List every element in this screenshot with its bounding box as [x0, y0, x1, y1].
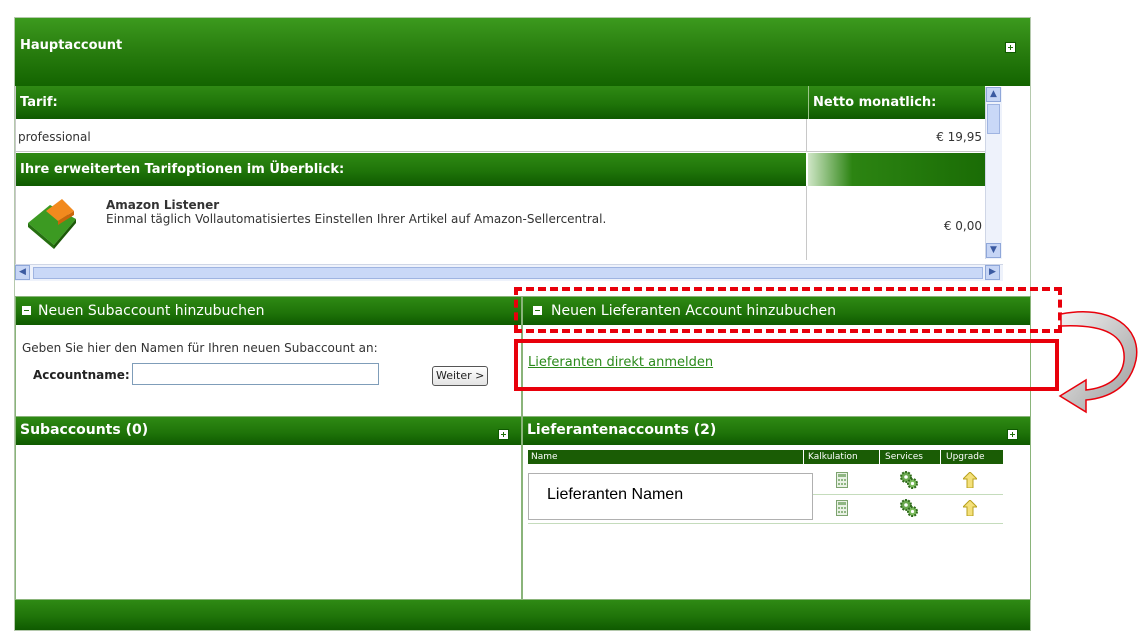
row-divider [528, 523, 1003, 524]
application-frame: Hauptaccount Tarif: Netto monatlich: pro… [0, 0, 1146, 631]
subaccounts-title: Subaccounts (0) [20, 422, 149, 438]
tariff-table: Tarif: Netto monatlich: professional € 1… [15, 86, 1030, 264]
options-header-row: Ihre erweiterten Tarifoptionen im Überbl… [16, 153, 985, 186]
upgrade-arrow-icon[interactable] [961, 471, 979, 491]
gears-icon[interactable] [899, 470, 919, 493]
amazon-listener-logo [24, 197, 82, 249]
calculator-icon[interactable] [836, 500, 848, 519]
main-account-header: Hauptaccount [15, 18, 1030, 86]
column-divider [806, 186, 807, 260]
netto-column-header: Netto monatlich: [808, 86, 985, 119]
weiter-button[interactable]: Weiter > [432, 366, 489, 386]
accountname-label: Accountname: [33, 368, 130, 382]
options-header: Ihre erweiterten Tarifoptionen im Überbl… [16, 153, 806, 186]
supplier-accounts-header: Lieferantenaccounts (2) [523, 417, 1030, 445]
supplier-name-annotation-box: Lieferanten Namen [528, 473, 813, 520]
subaccount-instruction: Geben Sie hier den Namen für Ihren neuen… [22, 341, 378, 355]
name-column-header: Name [531, 452, 558, 462]
gears-icon[interactable] [899, 498, 919, 521]
collapse-minus-icon[interactable] [22, 306, 31, 315]
annotation-dashed-highlight [514, 287, 1062, 333]
horizontal-scrollbar[interactable]: ◀ ▶ [15, 264, 1003, 281]
expand-plus-icon[interactable] [1005, 42, 1016, 53]
annotation-curved-arrow-icon [1056, 300, 1146, 433]
option-description: Einmal täglich Vollautomatisiertes Einst… [106, 212, 607, 226]
subaccounts-header: Subaccounts (0) [16, 417, 521, 445]
scroll-thumb[interactable] [987, 104, 1000, 134]
services-column-header: Services [885, 452, 923, 462]
scroll-up-button[interactable]: ▲ [986, 87, 1001, 102]
option-price: € 0,00 [943, 219, 982, 233]
horizontal-scroll-thumb[interactable] [33, 267, 983, 279]
supplier-accounts-panel: Lieferantenaccounts (2) Name Kalkulation… [522, 416, 1031, 600]
row-divider [16, 151, 985, 152]
row-divider [813, 494, 1003, 495]
header-separator [940, 450, 941, 464]
upgrade-arrow-icon[interactable] [961, 499, 979, 519]
tariff-column-header: Tarif: [20, 95, 58, 110]
main-account-title: Hauptaccount [20, 38, 123, 53]
kalkulation-column-header: Kalkulation [808, 452, 858, 462]
upgrade-column-header: Upgrade [946, 452, 985, 462]
tariff-value: professional [18, 130, 91, 144]
supplier-name-annotation: Lieferanten Namen [547, 486, 684, 503]
expand-plus-icon[interactable] [498, 429, 509, 440]
supplier-accounts-title: Lieferantenaccounts (2) [527, 422, 717, 438]
subaccount-form-title: Neuen Subaccount hinzubuchen [38, 303, 265, 319]
subaccount-form-panel: Neuen Subaccount hinzubuchen Geben Sie h… [15, 296, 522, 434]
scroll-right-button[interactable]: ▶ [985, 265, 1000, 280]
tariff-price: € 19,95 [936, 130, 982, 144]
calculator-icon[interactable] [836, 472, 848, 491]
accountname-input[interactable] [132, 363, 379, 385]
header-separator [879, 450, 880, 464]
tariff-header-row: Tarif: Netto monatlich: [16, 86, 985, 119]
option-name: Amazon Listener [106, 198, 220, 212]
scroll-down-button[interactable]: ▼ [986, 243, 1001, 258]
column-divider [806, 119, 807, 152]
header-separator [803, 450, 804, 464]
subaccount-form-header: Neuen Subaccount hinzubuchen [16, 297, 521, 325]
vertical-scrollbar[interactable]: ▲ ▼ [985, 87, 1002, 259]
annotation-solid-highlight [514, 339, 1059, 391]
scroll-left-button[interactable]: ◀ [15, 265, 30, 280]
expand-plus-icon[interactable] [1007, 429, 1018, 440]
footer-bar [15, 600, 1030, 630]
options-header-price-cell [808, 153, 985, 186]
subaccounts-panel: Subaccounts (0) [15, 416, 522, 600]
supplier-table-header: Name Kalkulation Services Upgrade [528, 450, 1003, 464]
